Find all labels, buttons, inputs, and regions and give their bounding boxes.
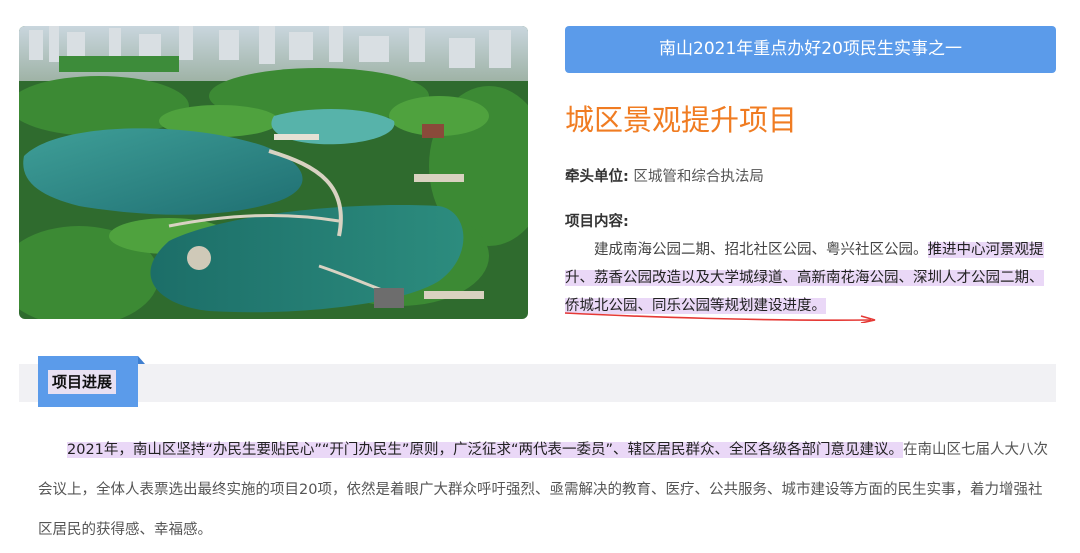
lead-unit-value: 区城管和综合执法局 xyxy=(633,169,764,185)
section-header-bar xyxy=(19,364,1056,402)
lead-unit-row: 牵头单位: 区城管和综合执法局 xyxy=(565,166,764,188)
red-underline-arrow xyxy=(564,312,876,323)
content-plain-text: 建成南海公园二期、招北社区公园、粤兴社区公园。 xyxy=(594,242,928,258)
content-label: 项目内容: xyxy=(565,214,629,230)
content-body: 建成南海公园二期、招北社区公园、粤兴社区公园。推进中心河景观提升、荔香公园改造以… xyxy=(565,236,1055,320)
progress-paragraph: 2021年，南山区坚持“办民生要贴民心”“开门办民生”原则，广泛征求“两代表一委… xyxy=(38,430,1048,550)
progress-highlighted-text: 2021年，南山区坚持“办民生要贴民心”“开门办民生”原则，广泛征求“两代表一委… xyxy=(67,442,903,458)
campaign-banner: 南山2021年重点办好20项民生实事之一 xyxy=(565,26,1056,73)
section-tab: 项目进展 xyxy=(38,356,145,407)
park-aerial-photo xyxy=(19,26,528,319)
project-title: 城区景观提升项目 xyxy=(565,103,798,137)
lead-unit-label: 牵头单位: xyxy=(565,169,629,185)
section-title: 项目进展 xyxy=(48,370,117,394)
